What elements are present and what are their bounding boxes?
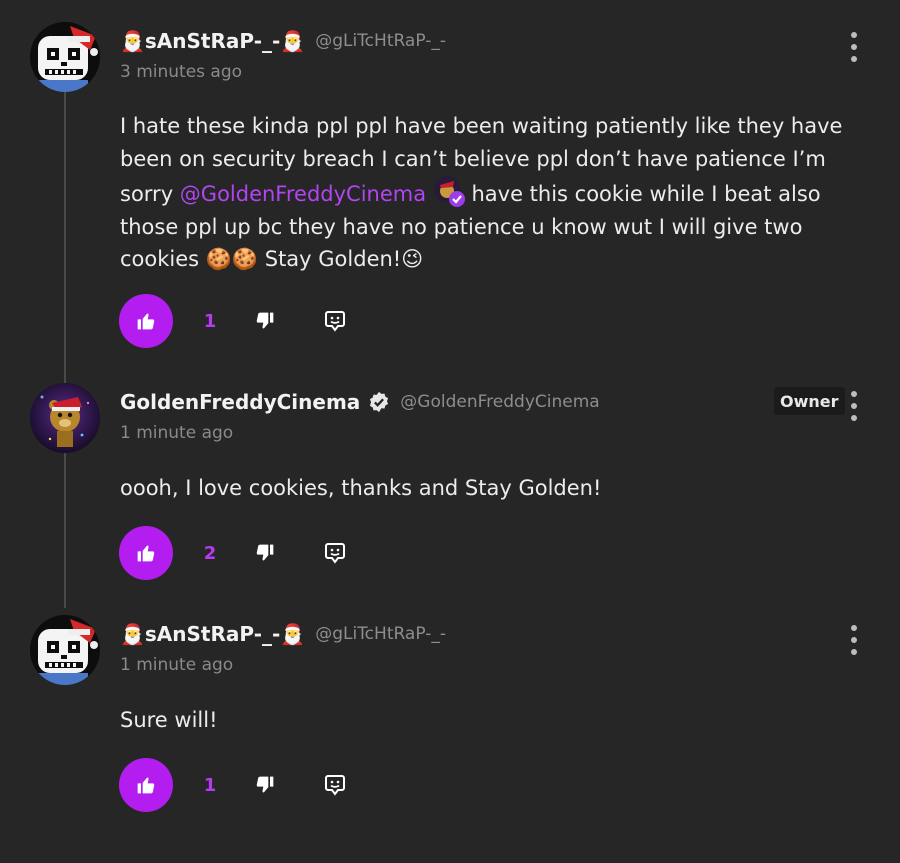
like-count: 2 [203, 542, 217, 564]
comment-header: 🎅 sAnStRaP-_- 🎅 @gLiTcHtRaP-_- [120, 24, 446, 58]
comment-time[interactable]: 1 minute ago [120, 423, 233, 443]
avatar[interactable] [30, 22, 100, 92]
more-options-button[interactable] [846, 623, 862, 657]
avatar[interactable] [30, 615, 100, 685]
author-name[interactable]: sAnStRaP-_- [145, 29, 280, 53]
comment-time[interactable]: 1 minute ago [120, 655, 233, 675]
comment-time[interactable]: 3 minutes ago [120, 62, 242, 82]
comment-actions: 2 [119, 526, 353, 580]
thumbs-up-icon [137, 545, 155, 562]
author-prefix-emoji: 🎅 [120, 622, 145, 646]
reply-icon [325, 311, 345, 332]
author-handle[interactable]: @gLiTcHtRaP-_- [315, 624, 446, 644]
reply-button[interactable] [317, 303, 353, 339]
owner-badge: Owner [774, 387, 845, 415]
dislike-button[interactable] [247, 767, 283, 803]
more-vertical-icon [851, 625, 857, 631]
like-button[interactable] [119, 294, 173, 348]
like-count: 1 [203, 310, 217, 332]
comment-text: Sure will! [120, 708, 218, 732]
verified-check-icon [370, 391, 389, 413]
thread-line [64, 88, 66, 608]
comment-header: GoldenFreddyCinema @GoldenFreddyCinema [120, 385, 600, 419]
comment-header: 🎅 sAnStRaP-_- 🎅 @gLiTcHtRaP-_- [120, 617, 446, 651]
like-button[interactable] [119, 526, 173, 580]
author-name[interactable]: sAnStRaP-_- [145, 622, 280, 646]
like-count: 1 [203, 774, 217, 796]
mention-link[interactable]: @GoldenFreddyCinema [180, 182, 426, 206]
thumbs-down-icon [256, 544, 274, 561]
reply-icon [325, 775, 345, 796]
comment-actions: 1 [119, 294, 353, 348]
comment-text: oooh, I love cookies, thanks and Stay Go… [120, 476, 602, 500]
reply-button[interactable] [317, 767, 353, 803]
comment-actions: 1 [119, 758, 353, 812]
author-handle[interactable]: @GoldenFreddyCinema [400, 392, 599, 412]
author-suffix-emoji: 🎅 [280, 622, 306, 646]
thumbs-down-icon [256, 312, 274, 329]
author-suffix-emoji: 🎅 [280, 29, 306, 53]
thumbs-up-icon [137, 313, 155, 330]
author-prefix-emoji: 🎅 [120, 29, 145, 53]
more-vertical-icon [851, 391, 857, 397]
comment-text: I hate these kinda ppl ppl have been wai… [120, 110, 870, 276]
author-handle[interactable]: @gLiTcHtRaP-_- [315, 31, 446, 51]
reply-icon [325, 543, 345, 564]
more-vertical-icon [851, 32, 857, 38]
avatar[interactable] [30, 383, 100, 453]
more-options-button[interactable] [846, 30, 862, 64]
thumbs-down-icon [256, 776, 274, 793]
dislike-button[interactable] [247, 303, 283, 339]
thumbs-up-icon [137, 777, 155, 794]
author-name[interactable]: GoldenFreddyCinema [120, 390, 360, 414]
like-button[interactable] [119, 758, 173, 812]
mention-avatar [433, 175, 465, 207]
reply-button[interactable] [317, 535, 353, 571]
dislike-button[interactable] [247, 535, 283, 571]
more-options-button[interactable] [846, 389, 862, 423]
